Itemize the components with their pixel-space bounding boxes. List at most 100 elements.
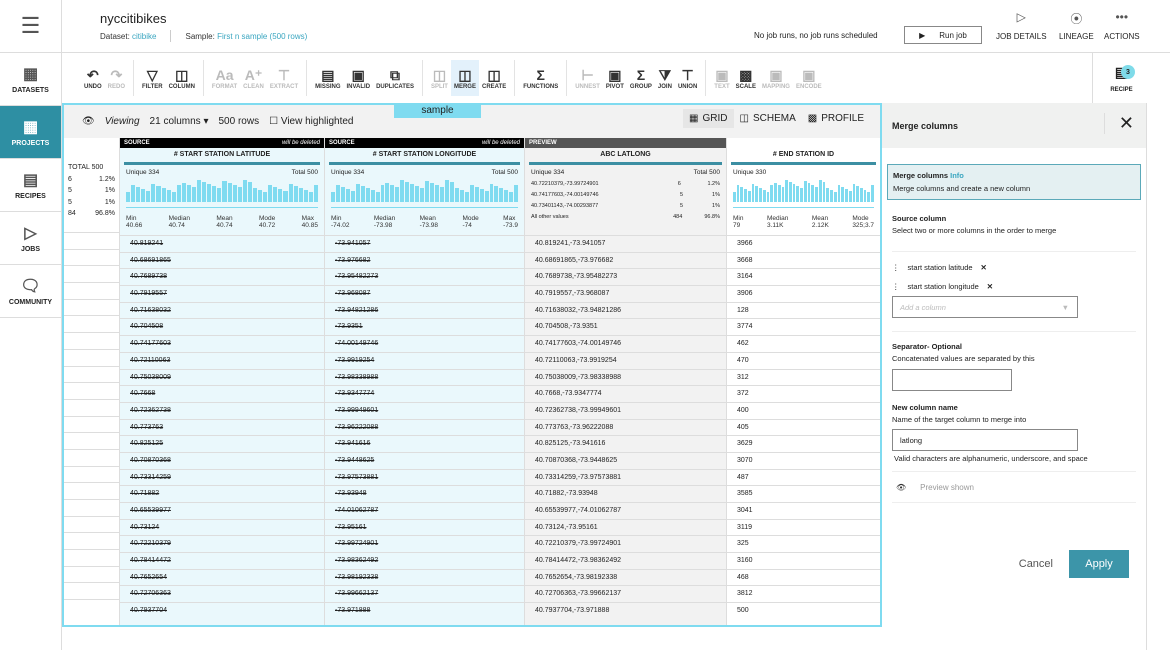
join-button[interactable]: ⧩ JOIN	[655, 60, 675, 96]
table-cell[interactable]: 40.72110063	[120, 351, 324, 369]
table-cell[interactable]	[64, 382, 119, 399]
table-cell[interactable]: 3906	[727, 285, 880, 302]
table-cell[interactable]: 40.7919557,-73.968087	[525, 285, 726, 302]
table-cell[interactable]: -73.976682	[325, 251, 524, 269]
table-cell[interactable]: 40.704508	[120, 318, 324, 335]
table-cell[interactable]: -73.98192338	[325, 568, 524, 586]
table-cell[interactable]: 40.72210379,-73.99724901	[525, 535, 726, 552]
table-cell[interactable]: 40.71638032,-73.94821286	[525, 301, 726, 319]
apply-button[interactable]: Apply	[1069, 550, 1129, 578]
undo-button[interactable]: ↶ UNDO	[81, 60, 105, 96]
recipe-button[interactable]: ▤ 3 RECIPE	[1092, 53, 1150, 103]
table-cell[interactable]: 3164	[727, 268, 880, 285]
table-cell[interactable]: -74.01062787	[325, 502, 524, 519]
table-cell[interactable]: 40.7668,-73.9347774	[525, 385, 726, 402]
duplicates-button[interactable]: ⧉ DUPLICATES	[373, 60, 417, 96]
column-header[interactable]: # START STATION LATITUDE	[120, 148, 324, 162]
merge-button[interactable]: ◫ MERGE	[450, 60, 479, 96]
source-column-item[interactable]: ⋮ start station longitude ✕	[892, 277, 1136, 296]
preview-toggle[interactable]: 👁 Preview shown	[892, 471, 1136, 503]
table-cell[interactable]	[64, 432, 119, 449]
tab-grid[interactable]: ▦ GRID	[683, 109, 734, 128]
table-cell[interactable]: 40.78414472	[120, 552, 324, 569]
new-column-name-input[interactable]: latlong	[892, 429, 1078, 451]
table-cell[interactable]: 40.65539977	[120, 502, 324, 519]
table-cell[interactable]: 40.71638032	[120, 301, 324, 319]
table-cell[interactable]: -73.941057	[325, 235, 524, 252]
table-cell[interactable]: 40.75038009,-73.98338988	[525, 368, 726, 386]
functions-button[interactable]: Σ FUNCTIONS	[520, 60, 561, 96]
clean-button[interactable]: A⁺ CLEAN	[240, 60, 267, 96]
table-cell[interactable]	[64, 248, 119, 266]
actions-button[interactable]: ••• ACTIONS	[1104, 10, 1140, 41]
table-cell[interactable]	[64, 482, 119, 499]
table-cell[interactable]: 40.819241	[120, 235, 324, 252]
split-button[interactable]: ◫ SPLIT	[428, 60, 451, 96]
sidebar-item-recipes[interactable]: ▤ RECIPES	[0, 159, 61, 212]
run-job-button[interactable]: ▶ Run job	[904, 26, 982, 44]
table-cell[interactable]: 40.72706363,-73.99662137	[525, 585, 726, 602]
remove-icon[interactable]: ✕	[987, 282, 993, 291]
table-cell[interactable]: 40.72110063,-73.9919254	[525, 351, 726, 369]
table-cell[interactable]: 40.73314259,-73.97573881	[525, 468, 726, 486]
table-cell[interactable]	[64, 599, 119, 616]
close-icon[interactable]: ✕	[1103, 113, 1134, 134]
table-cell[interactable]: 3585	[727, 485, 880, 502]
lineage-button[interactable]: ⦿ LINEAGE	[1059, 10, 1094, 41]
table-cell[interactable]: 3668	[727, 251, 880, 269]
sidebar-item-projects[interactable]: ▦ PROJECTS	[0, 106, 61, 159]
table-cell[interactable]: -73.9448625	[325, 451, 524, 469]
table-cell[interactable]: 40.73124,-73.95161	[525, 518, 726, 536]
table-cell[interactable]: -73.98362492	[325, 552, 524, 569]
column-header[interactable]: # START STATION LONGITUDE	[325, 148, 524, 162]
table-cell[interactable]: 3119	[727, 518, 880, 536]
column-button[interactable]: ◫ COLUMN	[166, 60, 198, 96]
table-cell[interactable]: 40.71882,-73.93948	[525, 485, 726, 502]
table-cell[interactable]: -73.971888	[325, 602, 524, 619]
table-cell[interactable]	[64, 515, 119, 533]
table-cell[interactable]: -73.96222088	[325, 418, 524, 436]
table-cell[interactable]: 40.819241,-73.941057	[525, 235, 726, 252]
remove-icon[interactable]: ✕	[981, 263, 987, 272]
table-cell[interactable]: 3966	[727, 235, 880, 252]
table-cell[interactable]: 40.73314259	[120, 468, 324, 486]
table-cell[interactable]: 40.7668	[120, 385, 324, 402]
hamburger-menu-icon[interactable]: ☰	[0, 0, 61, 53]
table-cell[interactable]: 40.71882	[120, 485, 324, 502]
table-cell[interactable]: 487	[727, 468, 880, 486]
table-cell[interactable]	[64, 549, 119, 566]
table-cell[interactable]	[64, 315, 119, 332]
table-cell[interactable]: 40.74177603,-74.00149746	[525, 335, 726, 352]
extract-button[interactable]: ⊤ EXTRACT	[267, 60, 301, 96]
sidebar-item-community[interactable]: 🗨 COMMUNITY	[0, 265, 61, 318]
table-cell[interactable]: -73.9351	[325, 318, 524, 335]
create-button[interactable]: ◫ CREATE	[479, 60, 509, 96]
table-cell[interactable]: 372	[727, 385, 880, 402]
table-cell[interactable]: -73.98338988	[325, 368, 524, 386]
tab-schema[interactable]: ◫ SCHEMA	[734, 109, 802, 128]
table-cell[interactable]: 325	[727, 535, 880, 552]
table-cell[interactable]: 40.72210379	[120, 535, 324, 552]
sidebar-item-datasets[interactable]: ▦ DATASETS	[0, 53, 61, 106]
view-highlighted-checkbox[interactable]: ☐ View highlighted	[269, 116, 353, 127]
table-cell[interactable]: -73.9347774	[325, 385, 524, 402]
table-cell[interactable]: 3041	[727, 502, 880, 519]
table-cell[interactable]: 40.7689738	[120, 268, 324, 285]
table-cell[interactable]: -73.968087	[325, 285, 524, 302]
table-cell[interactable]: 40.7919557	[120, 285, 324, 302]
table-cell[interactable]: 468	[727, 568, 880, 586]
table-cell[interactable]: 40.7689738,-73.95482273	[525, 268, 726, 285]
table-cell[interactable]: 40.7937704,-73.971888	[525, 602, 726, 619]
source-column-item[interactable]: ⋮ start station latitude ✕	[892, 258, 1136, 277]
table-cell[interactable]: 3812	[727, 585, 880, 602]
mapping-button[interactable]: ▣ MAPPING	[759, 60, 793, 96]
unnest-button[interactable]: ⊢ UNNEST	[572, 60, 603, 96]
table-cell[interactable]: 3629	[727, 435, 880, 452]
group-button[interactable]: Σ GROUP	[627, 60, 655, 96]
table-cell[interactable]	[64, 332, 119, 349]
table-cell[interactable]	[64, 448, 119, 466]
format-button[interactable]: Aa FORMAT	[209, 60, 240, 96]
table-cell[interactable]: 40.65539977,-74.01062787	[525, 502, 726, 519]
table-cell[interactable]: 40.704508,-73.9351	[525, 318, 726, 335]
table-cell[interactable]: 40.825125,-73.941616	[525, 435, 726, 452]
